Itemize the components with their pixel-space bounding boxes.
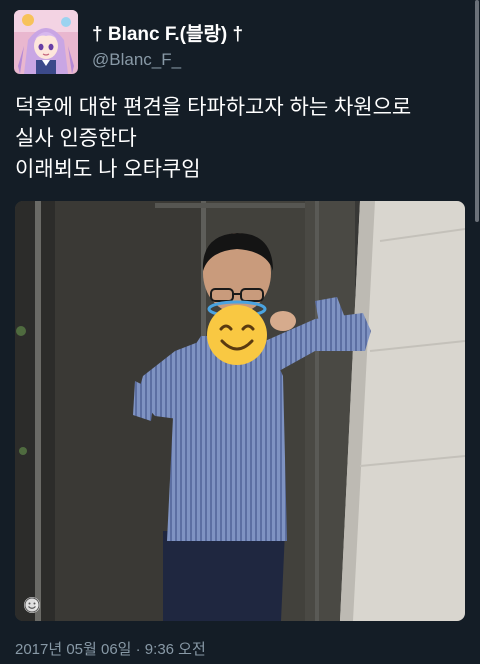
avatar[interactable]: [14, 10, 78, 74]
author-name[interactable]: † Blanc F.(블랑) †: [92, 19, 243, 46]
mirror-selfie-image: [15, 201, 465, 621]
tweet-text-line: 덕후에 대한 편견을 타파하고자 하는 차원으로: [15, 96, 412, 119]
anime-avatar-icon: [14, 10, 78, 74]
scrollbar[interactable]: [475, 0, 479, 222]
emoji-badge-icon[interactable]: [24, 597, 40, 613]
tweet-photo[interactable]: [15, 201, 465, 621]
tweet-text-line: 이래뵈도 나 오타쿠임: [15, 158, 201, 181]
tweet-text-line: 실사 인증한다: [15, 127, 137, 150]
author-handle[interactable]: @Blanc_F_: [92, 50, 181, 70]
tweet-timestamp: 2017년 05월 06일 · 9:36 오전: [15, 641, 206, 658]
tweet-text: 덕후에 대한 편견을 타파하고자 하는 차원으로 실사 인증한다 이래뵈도 나 …: [15, 92, 470, 185]
